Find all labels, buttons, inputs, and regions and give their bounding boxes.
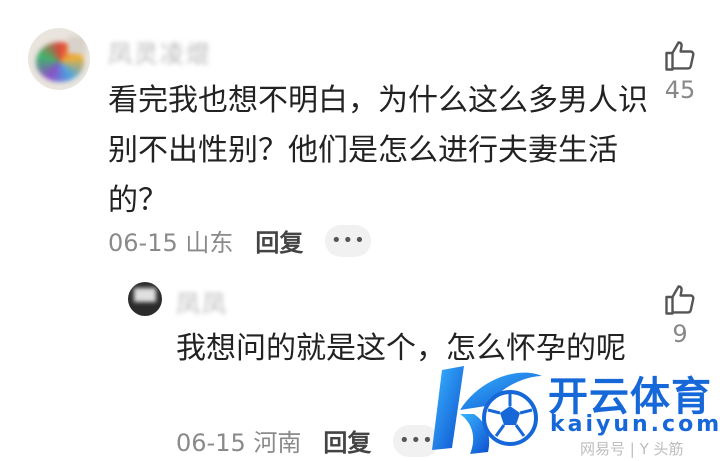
username[interactable]: 凤灵凌焜 xyxy=(108,34,208,69)
username[interactable]: 凤凤 xyxy=(176,284,246,319)
watermark-attribution: 网易号 | Y 头筋 xyxy=(580,440,684,458)
like-count: 45 xyxy=(664,76,696,104)
like-button[interactable]: 9 xyxy=(656,282,704,348)
more-options-button[interactable]: ••• xyxy=(325,224,372,257)
avatar[interactable] xyxy=(128,282,162,316)
comment-1: 凤灵凌焜 看完我也想不明白，为什么这么多男人识别不出性别？他们是怎么进行夫妻生活… xyxy=(0,0,720,270)
thumbs-up-icon xyxy=(665,41,695,71)
watermark: 开云体育 kaiyun.com 网易号 | Y 头筋 xyxy=(430,358,720,461)
reply-button[interactable]: 回复 xyxy=(255,223,303,258)
avatar[interactable] xyxy=(28,28,90,90)
watermark-domain: kaiyun.com xyxy=(550,412,720,437)
comment-text: 看完我也想不明白，为什么这么多男人识别不出性别？他们是怎么进行夫妻生活的？ xyxy=(108,83,648,218)
comment-meta: 06-15 河南 回复 ••• xyxy=(176,423,440,458)
thumbs-up-icon xyxy=(665,285,695,315)
reply-button[interactable]: 回复 xyxy=(323,423,371,458)
date-location: 06-15 河南 xyxy=(176,429,302,457)
kaiyun-logo-icon xyxy=(432,366,542,454)
like-button[interactable]: 45 xyxy=(656,38,704,104)
comment-meta: 06-15 山东 回复 ••• xyxy=(108,223,372,258)
like-count: 9 xyxy=(672,320,688,348)
date-location: 06-15 山东 xyxy=(108,229,234,257)
